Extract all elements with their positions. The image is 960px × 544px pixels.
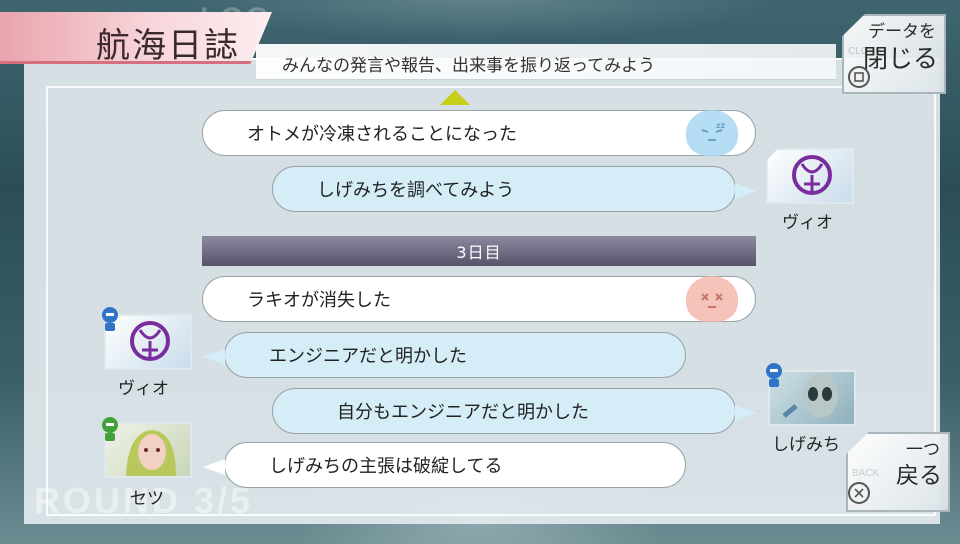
triangle-up-icon[interactable] [440, 90, 470, 105]
log-event-row: オトメが冷凍されることになった [202, 110, 756, 156]
log-speech-text: しげみちを調べてみよう [317, 180, 515, 201]
speaker-name: ヴィオ [118, 379, 169, 399]
back-button-line1: 一つ [906, 440, 940, 460]
log-event-text: ラキオが消失した [247, 290, 391, 311]
vanished-head-icon [686, 276, 738, 322]
log-event-text: オトメが冷凍されることになった [247, 124, 517, 145]
square-button-icon [848, 66, 870, 88]
vio-emblem-icon [792, 155, 832, 195]
speaker-name: しげみち [772, 435, 840, 455]
log-speech-row: 自分もエンジニアだと明かした [272, 388, 757, 434]
log-speech-text: 自分もエンジニアだと明かした [337, 402, 589, 423]
speaker-name: セツ [130, 489, 164, 509]
close-button-line1: データを [868, 22, 936, 42]
engineer-icon [766, 363, 782, 387]
engineer-icon [102, 307, 118, 331]
bubble-tail [735, 183, 757, 199]
page-title: 航海日誌 [96, 26, 240, 66]
page-subtitle: みんなの発言や報告、出来事を振り返ってみよう [282, 56, 656, 76]
frozen-head-icon: zz [686, 110, 738, 156]
log-speech-text: しげみちの主張は破綻してる [269, 456, 503, 477]
svg-text:zz: zz [716, 121, 726, 130]
back-button-line2: 戻る [896, 463, 942, 489]
avatar-vio [766, 148, 854, 204]
log-speech-text: エンジニアだと明かした [269, 346, 467, 367]
back-ghost-text: BACK [852, 468, 880, 479]
close-button-line2: 閉じる [862, 44, 938, 73]
log-speech-row: エンジニアだと明かした [203, 332, 686, 378]
speaker-name: ヴィオ [782, 213, 833, 233]
log-speech-row: しげみちを調べてみよう [272, 166, 757, 212]
close-data-button[interactable]: CLOSE データを 閉じる [842, 14, 946, 94]
back-button[interactable]: BACK 一つ 戻る [846, 432, 950, 512]
log-speech-row: しげみちの主張は破綻してる [203, 442, 686, 488]
day-divider: 3日目 [202, 236, 756, 266]
guardian-icon [102, 417, 118, 441]
log-event-row: ラキオが消失した [202, 276, 756, 322]
cross-button-icon [848, 482, 870, 504]
bubble-tail [203, 349, 225, 365]
bubble-tail [735, 405, 757, 421]
bubble-tail [203, 459, 225, 475]
day-label: 3日目 [456, 243, 502, 262]
